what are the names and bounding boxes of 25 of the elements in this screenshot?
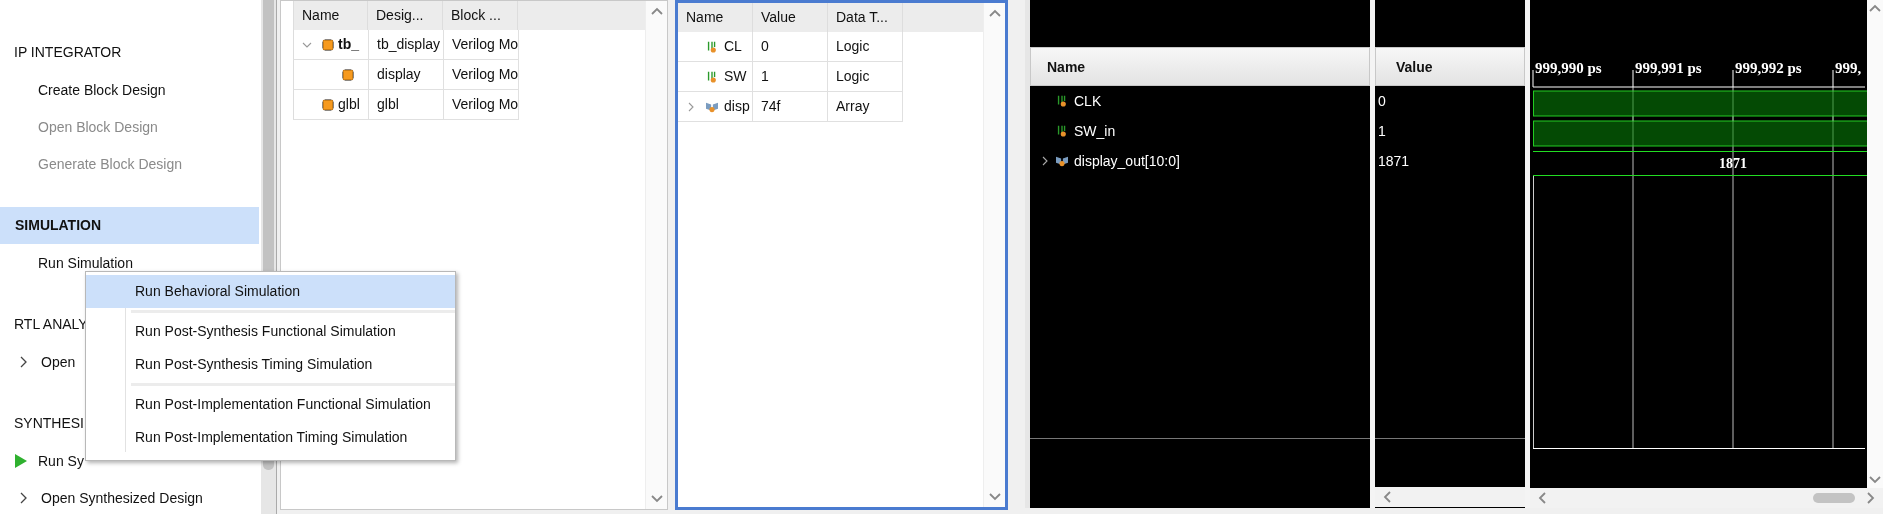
table-cell: 74f — [753, 92, 828, 121]
table-cell: disp — [678, 92, 753, 121]
table-cell: Verilog Mo — [444, 90, 519, 119]
table-cell: 1 — [753, 62, 828, 91]
table-cell: tb_ — [294, 30, 369, 59]
time-label: 999, — [1835, 60, 1862, 76]
table-cell: glbl — [369, 90, 444, 119]
signal-value: 1 — [1378, 123, 1386, 139]
time-label: 999,990 ps — [1535, 60, 1602, 76]
table-cell: CL — [678, 32, 753, 61]
table-cell: glbl — [294, 90, 369, 119]
table-cell: Array — [828, 92, 903, 121]
bus-value: 1871 — [1719, 156, 1747, 171]
table-cell: SW — [678, 62, 753, 91]
table-cell: 0 — [753, 32, 828, 61]
table-cell: display — [369, 60, 444, 89]
signal-value: 0 — [1378, 93, 1386, 109]
time-label: 999,992 ps — [1735, 60, 1802, 76]
signal-value: 1871 — [1378, 153, 1410, 169]
table-cell: Logic — [828, 32, 903, 61]
table-cell: tb_display — [369, 30, 444, 59]
time-label: 999,991 ps — [1635, 60, 1702, 76]
table-cell: Verilog Mo — [444, 60, 519, 89]
table-cell: Verilog Mo — [444, 30, 519, 59]
table-cell: Logic — [828, 62, 903, 91]
